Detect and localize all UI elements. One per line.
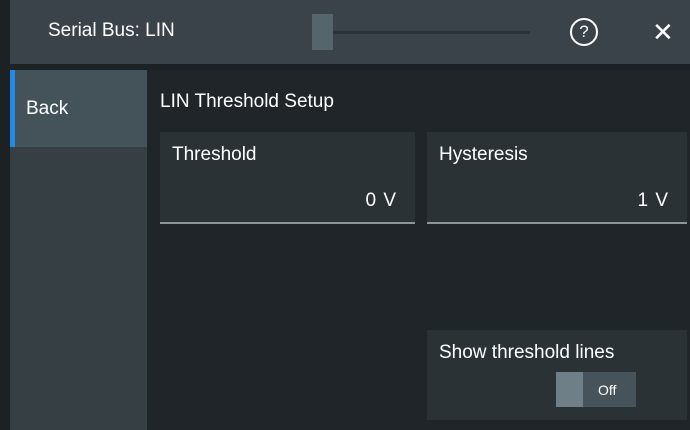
show-threshold-lines-label: Show threshold lines [439,342,615,363]
back-button-accent [10,70,15,147]
hysteresis-value[interactable]: 1 V [637,190,669,212]
back-button[interactable]: Back [10,70,147,147]
threshold-field[interactable]: Threshold 0 V [160,132,415,224]
back-button-label: Back [26,98,69,119]
toggle-knob[interactable] [556,372,583,407]
help-icon[interactable]: ? [570,18,598,46]
transparency-slider-handle[interactable] [312,14,333,50]
sidebar: Back [10,70,147,430]
show-threshold-lines-panel: Show threshold lines Off [427,330,687,420]
title-bar: Serial Bus: LIN ? ✕ [10,0,690,64]
show-threshold-lines-toggle[interactable]: Off [556,372,636,407]
threshold-value[interactable]: 0 V [365,190,397,212]
threshold-label: Threshold [172,144,257,165]
toggle-state-text: Off [598,382,617,398]
main-panel: LIN Threshold Setup Threshold 0 V Hyster… [147,70,690,430]
transparency-slider-track[interactable] [330,31,530,34]
close-icon[interactable]: ✕ [652,14,674,50]
hysteresis-field[interactable]: Hysteresis 1 V [427,132,687,224]
section-title: LIN Threshold Setup [160,91,334,112]
hysteresis-underline [427,222,687,224]
hysteresis-label: Hysteresis [439,144,528,165]
dialog-title: Serial Bus: LIN [48,20,175,41]
threshold-underline [160,222,415,224]
